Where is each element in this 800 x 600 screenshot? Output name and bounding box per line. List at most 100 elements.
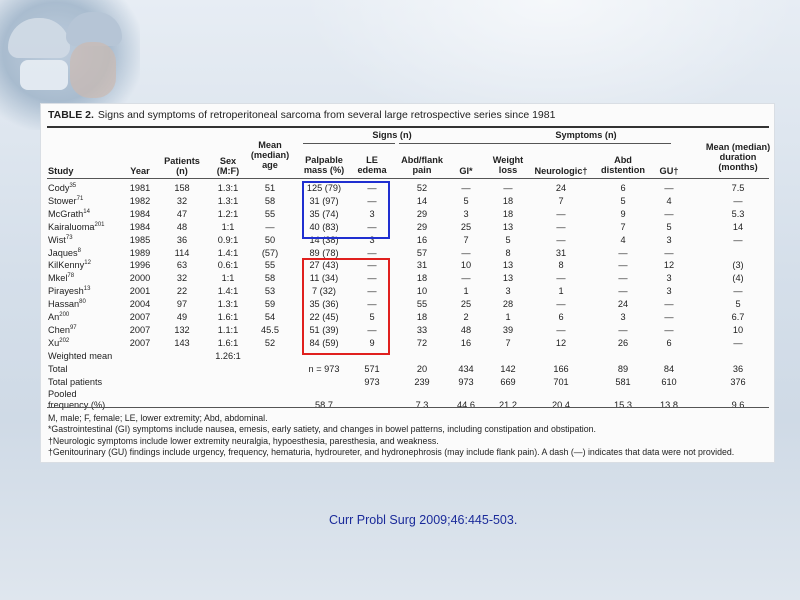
cell-age: 52 [264, 337, 276, 348]
column-header-abd: Abd/flank pain [401, 155, 443, 175]
summary-mass: 58.7 [315, 400, 333, 411]
cell-sex: 0.9:1 [217, 234, 239, 245]
table-caption: Signs and symptoms of retroperitoneal sa… [97, 109, 556, 121]
cell-gu: — [664, 299, 674, 310]
column-header-gi: GI* [459, 166, 472, 176]
cell-neuro: — [556, 234, 566, 245]
cell-dist: 7 [620, 221, 626, 232]
cell-year: 2001 [129, 286, 151, 297]
column-header-neuro: Neurologic† [534, 166, 587, 176]
cell-patients: 97 [176, 299, 188, 310]
cell-patients: 22 [176, 286, 188, 297]
summary-abd: 7.3 [415, 400, 429, 411]
summary-dur: 36 [732, 363, 744, 374]
summary-label: Total [48, 363, 68, 374]
cell-dist: — [618, 273, 628, 284]
cell-neuro: — [556, 299, 566, 310]
cell-dur: — [733, 195, 743, 206]
cell-gi: 1 [463, 286, 469, 297]
column-header-line: (median) [250, 150, 290, 160]
summary-sex: 1.26:1 [215, 350, 241, 361]
cell-gi: 25 [460, 221, 472, 232]
summary-neuro: 166 [553, 363, 569, 374]
summary-wt: 21.2 [499, 400, 517, 411]
summary-neuro: 20.4 [552, 400, 570, 411]
cell-abd: 31 [416, 260, 428, 271]
column-header-line: GU† [659, 166, 679, 176]
blue-highlight-box [302, 181, 390, 239]
table-image: TABLE 2. Signs and symptoms of retroperit… [40, 103, 775, 463]
cell-year: 1989 [129, 247, 151, 258]
study-name: Wist73 [48, 234, 73, 245]
cell-sex: 1.3:1 [217, 183, 239, 193]
study-name: Chen97 [48, 324, 77, 335]
column-header-gu: GU† [660, 166, 679, 176]
cell-wt: — [503, 183, 513, 193]
summary-dist: 15.3 [614, 400, 632, 411]
footnote-line: *Gastrointestinal (GI) symptoms include … [48, 424, 596, 435]
red-highlight-box [302, 258, 390, 355]
column-header-patients: Patients (n) [164, 156, 200, 176]
cell-age: 45.5 [261, 324, 279, 335]
summary-abd: 20 [416, 363, 428, 374]
summary-label: Pooled [48, 389, 77, 400]
cell-year: 2000 [129, 273, 151, 284]
cell-dist: — [618, 324, 628, 335]
reference-number: 13 [83, 286, 91, 293]
cell-age: 54 [264, 312, 276, 322]
column-header-line: age [262, 160, 278, 170]
cell-patients: 114 [174, 247, 190, 258]
summary-abd: 239 [414, 376, 430, 387]
cell-year: 2007 [129, 312, 151, 322]
cell-wt: 8 [505, 247, 511, 258]
summary-label: Total patients [48, 376, 103, 387]
surgical-mask-shape [20, 60, 68, 90]
cell-dist: 24 [617, 299, 629, 310]
column-header-study: Study [48, 166, 74, 176]
cell-dist: — [618, 260, 628, 271]
cell-patients: 49 [176, 312, 188, 322]
cell-wt: 13 [502, 260, 514, 271]
cell-gi: 7 [463, 234, 469, 245]
cell-dur: 6.7 [731, 312, 745, 322]
cell-abd: 18 [416, 273, 428, 284]
column-header-line: Mean (median) [705, 142, 771, 152]
summary-wt: 669 [500, 376, 516, 387]
column-header-line: loss [498, 165, 518, 175]
cell-neuro: — [556, 273, 566, 284]
cell-neuro: 8 [558, 260, 564, 271]
cell-wt: 18 [502, 208, 514, 219]
cell-patients: 158 [174, 183, 190, 193]
cell-year: 1996 [129, 260, 151, 271]
cell-abd: 55 [416, 299, 428, 310]
summary-gu: 610 [661, 376, 677, 387]
study-name: An200 [48, 312, 70, 322]
column-header-line: Year [130, 166, 150, 176]
cell-patients: 132 [174, 324, 190, 335]
study-name: Xu202 [48, 337, 70, 348]
cell-dist: 9 [620, 208, 626, 219]
cell-abd: 29 [416, 208, 428, 219]
cell-dist: — [618, 286, 628, 297]
cell-wt: 7 [505, 337, 511, 348]
cell-dur: (4) [732, 273, 744, 284]
summary-gu: 84 [663, 363, 675, 374]
cell-dur: — [733, 337, 743, 348]
group-header-signs: Signs (n) [372, 130, 412, 140]
summary-gu: 13.8 [660, 400, 678, 411]
cell-abd: 16 [416, 234, 428, 245]
cell-dur: 14 [732, 221, 744, 232]
cell-wt: 5 [505, 234, 511, 245]
column-header-line: duration [719, 152, 757, 162]
cell-neuro: — [556, 324, 566, 335]
reference-number: 71 [76, 195, 84, 202]
study-name: Jaques8 [48, 247, 81, 258]
cell-sex: 1.3:1 [217, 299, 239, 310]
cell-year: 1982 [129, 195, 151, 206]
cell-wt: 3 [505, 286, 511, 297]
cell-gu: — [664, 247, 674, 258]
cell-mass: 89 (78) [309, 247, 339, 258]
cell-neuro: — [556, 208, 566, 219]
column-header-line: Abd/flank [401, 155, 443, 165]
cell-wt: 28 [502, 299, 514, 310]
